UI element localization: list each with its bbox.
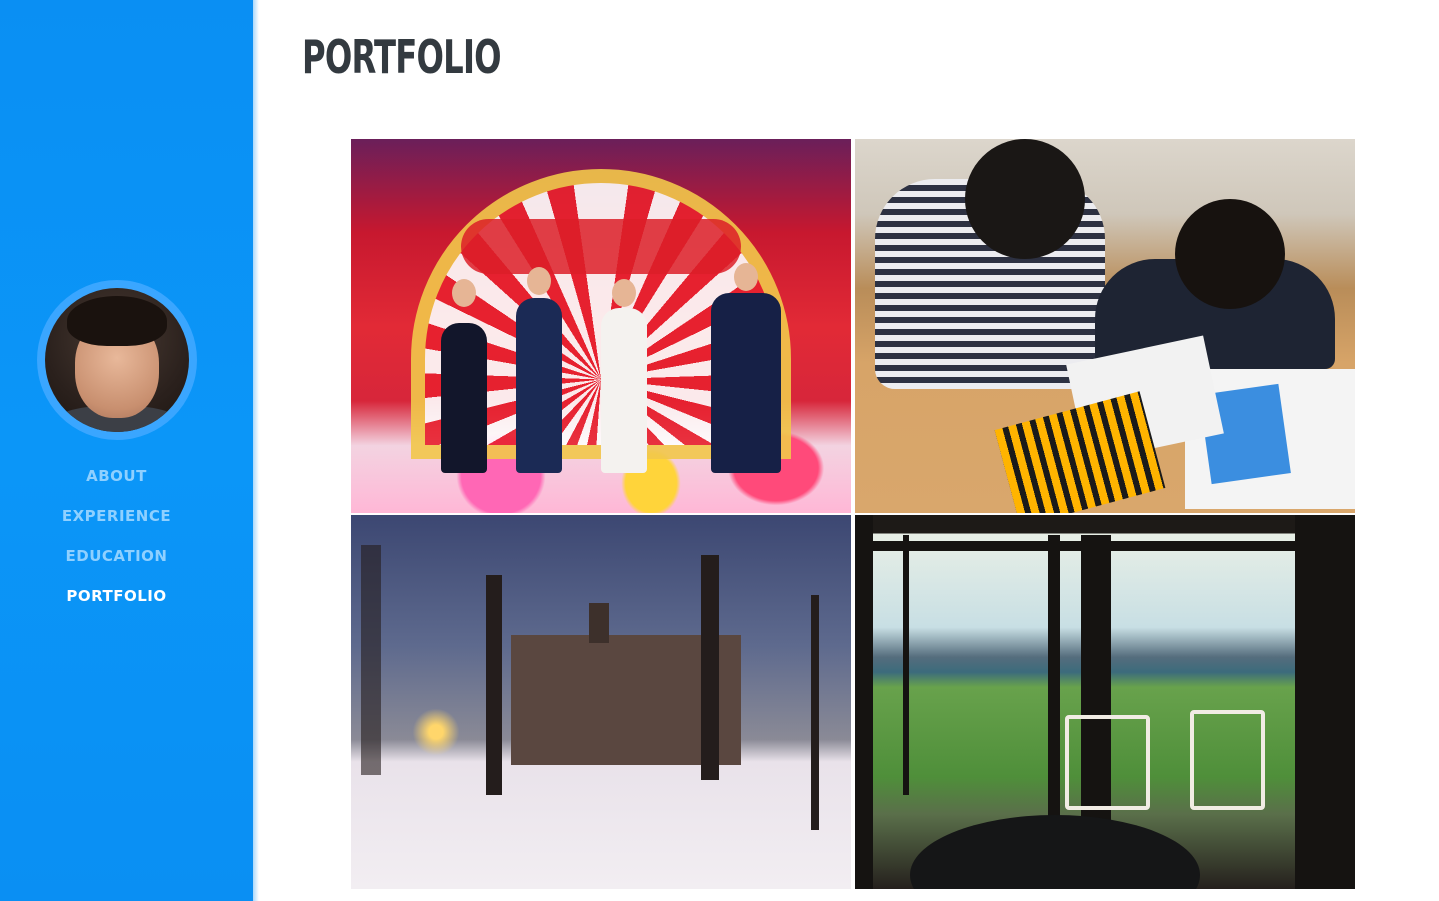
window-frame (903, 535, 909, 795)
student-head (1175, 199, 1285, 309)
stage-banner (461, 219, 741, 274)
rocking-chair (1065, 715, 1150, 810)
performer (601, 308, 647, 473)
portfolio-photo-students-studying[interactable] (855, 139, 1355, 513)
building-tower (589, 603, 609, 643)
window-frame (873, 541, 1295, 551)
portfolio-gallery (351, 139, 1355, 889)
performer-head (734, 263, 758, 291)
nav-item-experience[interactable]: EXPERIENCE (0, 505, 233, 545)
performer (441, 323, 487, 473)
portfolio-photo-ocean-view-window[interactable] (855, 515, 1355, 889)
portfolio-photo-christmas-stage[interactable] (351, 139, 851, 513)
avatar-hair (67, 296, 167, 346)
performer-head (527, 267, 551, 295)
tree-trunk (486, 575, 502, 795)
nav-item-education[interactable]: EDUCATION (0, 545, 233, 585)
window-frame (855, 515, 873, 889)
portfolio-photo-snowy-campus[interactable] (351, 515, 851, 889)
page-title: PORTFOLIO (302, 30, 502, 84)
sidebar-edge-shadow (253, 0, 259, 901)
performer (711, 293, 781, 473)
avatar (45, 288, 189, 432)
tree-trunk (361, 545, 381, 775)
performer-head (612, 279, 636, 307)
exercise-book (994, 391, 1166, 513)
round-table (910, 815, 1200, 889)
window-frame (1295, 515, 1355, 889)
nav-item-about[interactable]: ABOUT (0, 465, 233, 505)
sidebar-nav: ABOUT EXPERIENCE EDUCATION PORTFOLIO (0, 465, 233, 625)
performer-head (452, 279, 476, 307)
student-head (965, 139, 1085, 259)
performer (516, 298, 562, 473)
nav-item-portfolio[interactable]: PORTFOLIO (0, 585, 233, 625)
tree-trunk (811, 595, 819, 830)
rocking-chair (1190, 710, 1265, 810)
sidebar: ABOUT EXPERIENCE EDUCATION PORTFOLIO (0, 0, 253, 901)
tree-trunk (701, 555, 719, 780)
avatar-ring (37, 280, 197, 440)
